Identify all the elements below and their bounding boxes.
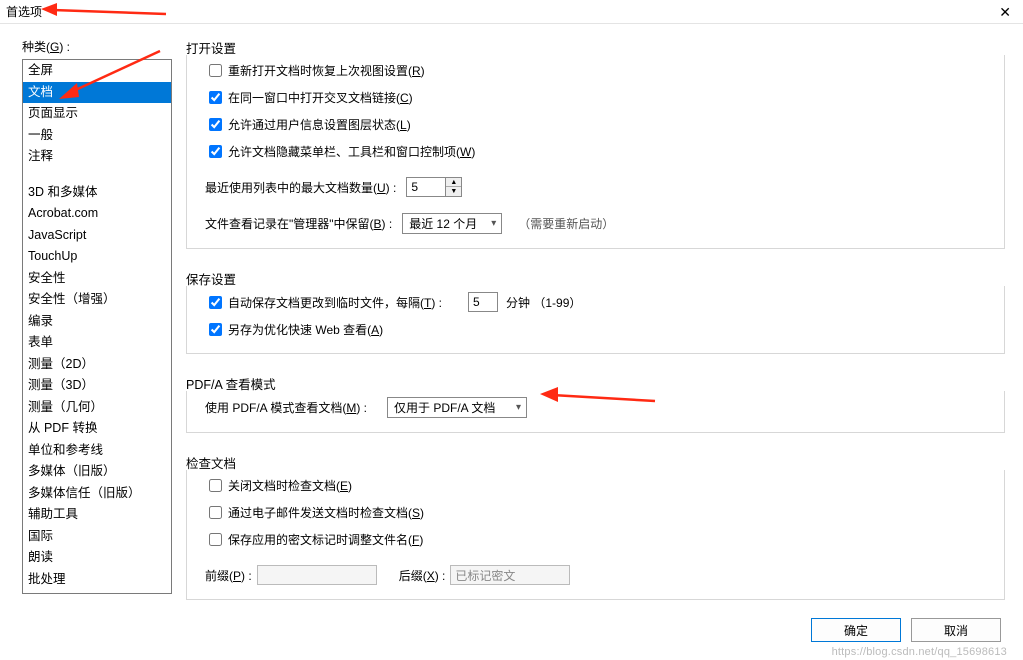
list-item[interactable]: 安全性（增强）: [23, 289, 171, 311]
pdfa-select[interactable]: 仅用于 PDF/A 文档: [387, 397, 527, 418]
spinner-down-icon: ▼: [446, 187, 461, 196]
pdfa-label: 使用 PDF/A 模式查看文档(M) :: [205, 399, 367, 416]
fastweb-label: 另存为优化快速 Web 查看(A): [228, 321, 383, 338]
list-item[interactable]: 测量（几何）: [23, 397, 171, 419]
fastweb-checkbox[interactable]: [209, 323, 222, 336]
autosave-unit: 分钟 （1-99）: [506, 294, 581, 311]
max-docs-input[interactable]: [406, 177, 446, 197]
list-item[interactable]: 拼写检查: [23, 590, 171, 594]
list-item[interactable]: 表单: [23, 332, 171, 354]
list-item[interactable]: TouchUp: [23, 246, 171, 268]
list-item[interactable]: 国际: [23, 526, 171, 548]
list-item[interactable]: 批处理: [23, 569, 171, 591]
list-item[interactable]: 辅助工具: [23, 504, 171, 526]
suffix-label: 后缀(X) :: [399, 567, 446, 584]
list-item[interactable]: 编录: [23, 311, 171, 333]
watermark: https://blog.csdn.net/qq_15698613: [832, 646, 1007, 658]
redact-check-label: 保存应用的密文标记时调整文件名(F): [228, 531, 423, 548]
list-item[interactable]: 页面显示: [23, 103, 171, 125]
same-window-checkbox[interactable]: [209, 91, 222, 104]
autosave-checkbox[interactable]: [209, 296, 222, 309]
list-item[interactable]: JavaScript: [23, 225, 171, 247]
suffix-input[interactable]: [450, 565, 570, 585]
list-item[interactable]: 安全性: [23, 268, 171, 290]
annotation-arrow: [55, 45, 165, 105]
category-listbox[interactable]: 全屏文档页面显示一般注释3D 和多媒体Acrobat.comJavaScript…: [22, 59, 172, 594]
hide-menu-checkbox[interactable]: [209, 145, 222, 158]
cancel-button[interactable]: 取消: [911, 618, 1001, 642]
same-window-label: 在同一窗口中打开交叉文档链接(C): [228, 89, 413, 106]
layer-state-label: 允许通过用户信息设置图层状态(L): [228, 116, 411, 133]
email-check-checkbox[interactable]: [209, 506, 222, 519]
prefix-input[interactable]: [257, 565, 377, 585]
list-item[interactable]: 一般: [23, 125, 171, 147]
list-item[interactable]: 从 PDF 转换: [23, 418, 171, 440]
list-item[interactable]: 测量（2D）: [23, 354, 171, 376]
restore-view-checkbox[interactable]: [209, 64, 222, 77]
redact-check-checkbox[interactable]: [209, 533, 222, 546]
autosave-input[interactable]: [468, 292, 498, 312]
list-item[interactable]: 3D 和多媒体: [23, 182, 171, 204]
history-label: 文件查看记录在"管理器"中保留(B) :: [205, 215, 392, 232]
close-check-label: 关闭文档时检查文档(E): [228, 477, 352, 494]
email-check-label: 通过电子邮件发送文档时检查文档(S): [228, 504, 424, 521]
restore-view-label: 重新打开文档时恢复上次视图设置(R): [228, 62, 425, 79]
list-item[interactable]: 朗读: [23, 547, 171, 569]
list-item[interactable]: 多媒体信任（旧版）: [23, 483, 171, 505]
annotation-arrow: [540, 383, 660, 409]
list-item[interactable]: 测量（3D）: [23, 375, 171, 397]
hide-menu-label: 允许文档隐藏菜单栏、工具栏和窗口控制项(W): [228, 143, 475, 160]
history-hint: （需要重新启动）: [518, 215, 614, 232]
layer-state-checkbox[interactable]: [209, 118, 222, 131]
history-select[interactable]: 最近 12 个月: [402, 213, 502, 234]
list-item[interactable]: 注释: [23, 146, 171, 168]
annotation-arrow: [41, 0, 171, 20]
ok-button[interactable]: 确定: [811, 618, 901, 642]
max-docs-label: 最近使用列表中的最大文档数量(U) :: [205, 179, 396, 196]
close-check-checkbox[interactable]: [209, 479, 222, 492]
window-title: 首选项: [6, 3, 42, 20]
prefix-label: 前缀(P) :: [205, 567, 252, 584]
list-item[interactable]: Acrobat.com: [23, 203, 171, 225]
spinner-up-icon: ▲: [446, 178, 461, 187]
list-item[interactable]: 单位和参考线: [23, 440, 171, 462]
autosave-label: 自动保存文档更改到临时文件，每隔(T) :: [228, 294, 442, 311]
max-docs-spinner[interactable]: ▲▼: [445, 177, 462, 197]
close-icon[interactable]: ✕: [993, 5, 1017, 19]
list-item[interactable]: 多媒体（旧版）: [23, 461, 171, 483]
